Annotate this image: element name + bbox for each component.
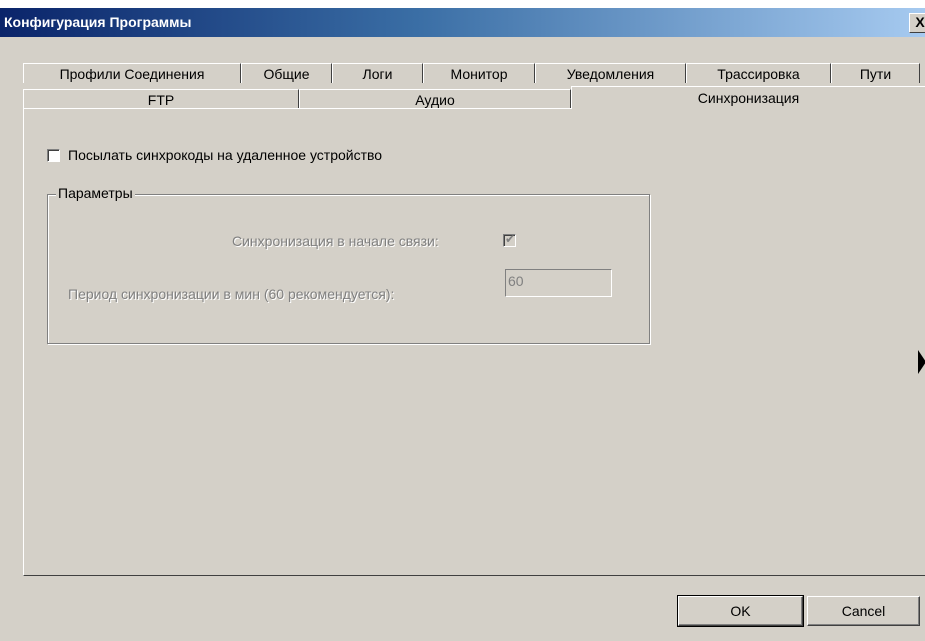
sync-period-label: Период синхронизации в мин (60 рекоменду… [68, 286, 395, 302]
sync-period-input[interactable]: 60 [505, 269, 612, 297]
cancel-button[interactable]: Cancel [807, 596, 920, 626]
tab-connection-profiles[interactable]: Профили Соединения [23, 63, 241, 83]
tab-tracing[interactable]: Трассировка [686, 63, 831, 83]
window-title: Конфигурация Программы [4, 14, 192, 30]
sync-at-start-label: Синхронизация в начале связи: [232, 233, 439, 249]
tab-notifications[interactable]: Уведомления [535, 63, 686, 83]
tab-ftp[interactable]: FTP [23, 89, 299, 109]
close-icon: X [915, 14, 925, 30]
mouse-cursor-icon [918, 350, 925, 374]
tab-monitor[interactable]: Монитор [423, 63, 535, 83]
tab-synchronization[interactable]: Синхронизация [571, 86, 925, 109]
title-bar[interactable]: Конфигурация Программы X [0, 8, 925, 37]
close-button[interactable]: X [909, 13, 925, 33]
send-synccodes-checkbox[interactable] [47, 149, 60, 162]
send-synccodes-label: Посылать синхрокоды на удаленное устройс… [68, 147, 383, 163]
tab-paths[interactable]: Пути [831, 63, 920, 83]
tab-logs[interactable]: Логи [332, 63, 423, 83]
sync-at-start-checkbox[interactable]: ✔ [503, 232, 516, 247]
checkmark-icon: ✔ [505, 232, 516, 246]
tab-general[interactable]: Общие [241, 63, 332, 83]
ok-button[interactable]: OK [677, 595, 804, 627]
parameters-group-title: Параметры [56, 185, 135, 201]
tab-audio[interactable]: Аудио [299, 89, 571, 109]
